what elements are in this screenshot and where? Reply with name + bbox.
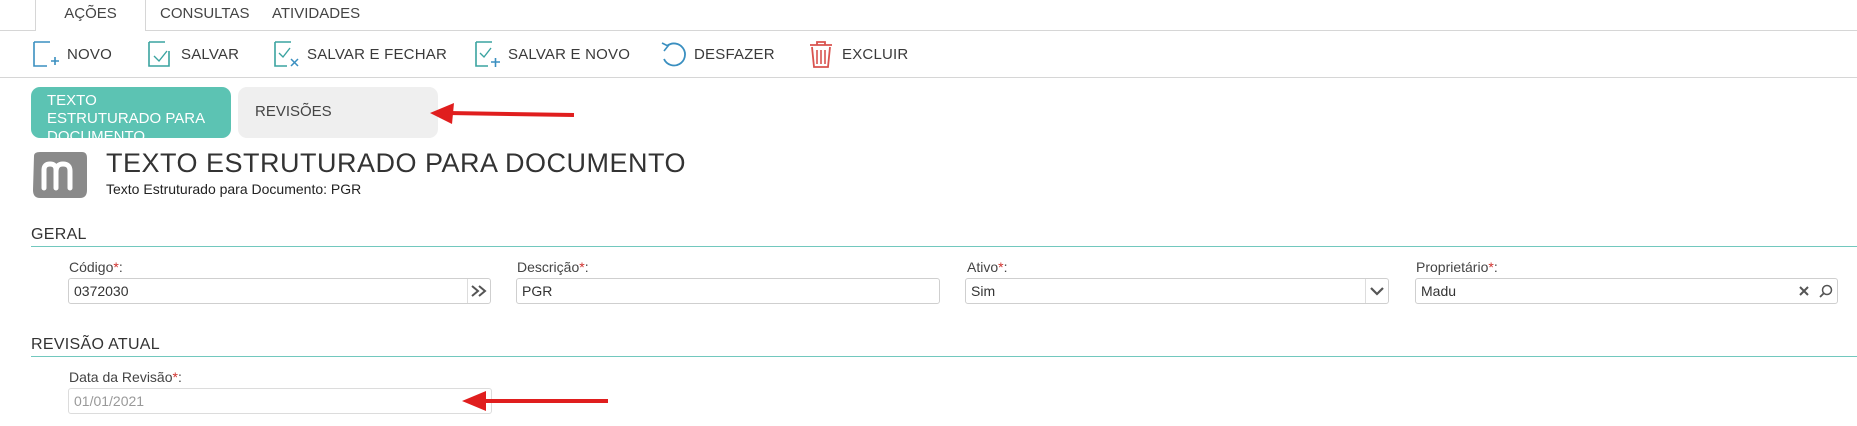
proprietario-value: Madu: [1421, 283, 1457, 299]
salvar-button[interactable]: SALVAR: [145, 31, 239, 77]
data-revisao-label: Data da Revisão*:: [69, 369, 182, 385]
save-check-icon: [148, 41, 170, 67]
undo-icon: [661, 42, 686, 67]
descricao-label-text: Descrição: [517, 259, 580, 275]
top-menu: AÇÕES CONSULTAS ATIVIDADES: [0, 0, 1857, 31]
ativo-value: Sim: [971, 283, 996, 299]
tab-acoes[interactable]: AÇÕES: [36, 0, 146, 31]
close-icon: [1799, 286, 1809, 296]
ativo-dropdown-button[interactable]: [1365, 279, 1388, 303]
codigo-label-text: Código: [69, 259, 114, 275]
data-revisao-label-text: Data da Revisão: [69, 369, 173, 385]
desfazer-button[interactable]: DESFAZER: [658, 31, 775, 77]
tab-revisoes[interactable]: REVISÕES: [238, 87, 438, 138]
salvar-label: SALVAR: [181, 45, 240, 63]
descricao-field[interactable]: PGR: [516, 278, 940, 304]
proprietario-label: Proprietário*:: [1416, 259, 1498, 275]
chevron-down-icon: [1370, 287, 1384, 296]
tab-revisoes-label: REVISÕES: [255, 103, 332, 120]
label-colon: :: [1003, 259, 1008, 275]
desfazer-label: DESFAZER: [694, 45, 775, 63]
double-chevron-right-icon: [471, 285, 487, 297]
label-colon: :: [118, 259, 123, 275]
descricao-label: Descrição*:: [517, 259, 589, 275]
codigo-label: Código*:: [69, 259, 123, 275]
novo-button[interactable]: NOVO: [31, 31, 112, 77]
proprietario-field[interactable]: Madu: [1415, 278, 1838, 304]
page-title: TEXTO ESTRUTURADO PARA DOCUMENTO: [106, 148, 687, 178]
page-subtitle: Texto Estruturado para Documento: PGR: [106, 181, 362, 197]
excluir-button[interactable]: EXCLUIR: [806, 31, 908, 77]
codigo-lookup-button[interactable]: [467, 279, 490, 303]
tab-texto-estruturado[interactable]: TEXTO ESTRUTURADO PARA DOCUMENTO: [31, 87, 231, 138]
label-colon: :: [177, 369, 182, 385]
section-geral-title: GERAL: [31, 226, 1857, 247]
tab-atividades[interactable]: ATIVIDADES: [272, 0, 360, 30]
trash-icon: [810, 41, 832, 68]
proprietario-clear-button[interactable]: [1793, 279, 1815, 303]
search-icon: [1819, 284, 1833, 298]
proprietario-search-button[interactable]: [1815, 279, 1837, 303]
annotation-arrow-data-revisao: [462, 391, 608, 411]
salvar-fechar-label: SALVAR E FECHAR: [307, 45, 447, 63]
descricao-value: PGR: [522, 283, 553, 299]
annotation-arrow-revisoes: [430, 103, 575, 124]
ativo-select[interactable]: Sim: [965, 278, 1389, 304]
salvar-novo-label: SALVAR E NOVO: [508, 45, 631, 63]
codigo-field[interactable]: 0372030: [68, 278, 491, 304]
tab-texto-estruturado-label: TEXTO ESTRUTURADO PARA DOCUMENTO: [47, 92, 205, 138]
codigo-value: 0372030: [74, 283, 129, 299]
new-document-icon: [33, 41, 59, 67]
proprietario-label-text: Proprietário: [1416, 259, 1489, 275]
toolbar: NOVO SALVAR SALVAR E FECHAR SALVAR E NOV…: [0, 31, 1857, 78]
salvar-novo-button[interactable]: SALVAR E NOVO: [472, 31, 630, 77]
excluir-label: EXCLUIR: [842, 45, 909, 63]
app-logo: [33, 152, 87, 198]
save-new-icon: [475, 41, 500, 67]
ativo-label: Ativo*:: [967, 259, 1007, 275]
save-close-icon: [274, 41, 299, 67]
data-revisao-value: 01/01/2021: [74, 393, 145, 409]
label-colon: :: [1493, 259, 1498, 275]
novo-label: NOVO: [67, 45, 112, 63]
label-colon: :: [584, 259, 589, 275]
data-revisao-field[interactable]: 01/01/2021: [68, 388, 492, 414]
section-revisao-title: REVISÃO ATUAL: [31, 336, 1857, 357]
tab-consultas[interactable]: CONSULTAS: [160, 0, 249, 30]
ativo-label-text: Ativo: [967, 259, 999, 275]
salvar-fechar-button[interactable]: SALVAR E FECHAR: [271, 31, 447, 77]
